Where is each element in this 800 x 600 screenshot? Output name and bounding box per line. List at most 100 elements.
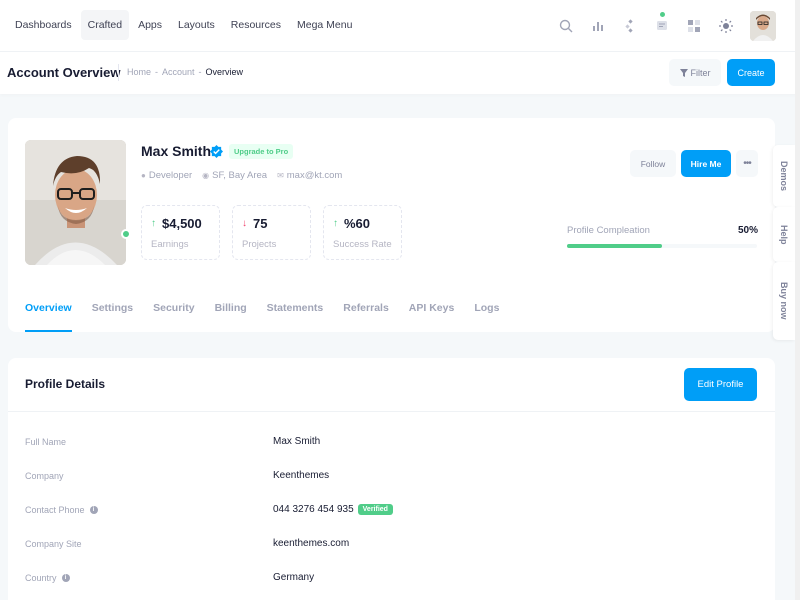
upgrade-badge[interactable]: Upgrade to Pro	[229, 144, 294, 159]
tab-referrals[interactable]: Referrals	[343, 302, 389, 332]
user-avatar[interactable]	[750, 11, 776, 41]
page-scrollbar[interactable]	[795, 0, 800, 600]
nav-item-crafted[interactable]: Crafted	[80, 10, 130, 40]
stat-label: Earnings	[151, 239, 189, 250]
role-label: Developer	[148, 170, 193, 181]
detail-value: 044 3276 454 935	[273, 504, 354, 515]
online-status-dot	[121, 229, 131, 239]
section-title: Profile Details	[25, 377, 106, 391]
detail-value: Germany	[273, 572, 315, 583]
profile-details-card: Profile Details Edit Profile Full Name M…	[8, 358, 775, 600]
edit-profile-button[interactable]: Edit Profile	[684, 368, 757, 401]
breadcrumb-home[interactable]: Home	[127, 67, 151, 77]
stat-label: Projects	[242, 239, 277, 250]
breadcrumb-separator: -	[198, 67, 202, 77]
detail-row-full-name: Full Name Max Smith	[25, 435, 765, 453]
sun-icon[interactable]	[710, 10, 742, 42]
detail-row-country: Country i Germany	[25, 571, 765, 589]
profile-meta: ● Developer ◉ SF, Bay Area ✉ max@kt.com	[141, 170, 352, 181]
filter-button[interactable]: Filter	[669, 59, 721, 86]
follow-button[interactable]: Follow	[630, 150, 676, 177]
tab-overview[interactable]: Overview	[25, 302, 72, 332]
side-tab-label: Help	[779, 224, 789, 245]
side-tab-demos[interactable]: Demos	[773, 145, 795, 207]
side-tab-help[interactable]: Help	[773, 207, 795, 262]
filter-label: Filter	[690, 67, 711, 78]
detail-key: Company	[25, 471, 64, 481]
nav-item-resources[interactable]: Resources	[224, 10, 288, 40]
tab-api-keys[interactable]: API Keys	[409, 302, 455, 332]
arrow-down-icon: ↓	[242, 218, 247, 229]
stat-value: 75	[253, 216, 268, 231]
page-title: Account Overview	[7, 65, 121, 80]
tab-security[interactable]: Security	[153, 302, 194, 332]
detail-key: Contact Phone	[25, 505, 85, 515]
divider	[8, 411, 775, 412]
top-navbar: Dashboards Crafted Apps Layouts Resource…	[0, 0, 800, 52]
tab-settings[interactable]: Settings	[92, 302, 133, 332]
profile-tabs: Overview Settings Security Billing State…	[25, 302, 519, 332]
detail-value: Keenthemes	[273, 470, 330, 481]
topbar-icons	[550, 10, 776, 42]
meta-role[interactable]: ● Developer	[141, 170, 192, 181]
side-tab-label: Demos	[779, 160, 789, 191]
hire-me-button[interactable]: Hire Me	[681, 150, 731, 177]
nav-item-dashboards[interactable]: Dashboards	[8, 10, 79, 40]
envelope-icon: ✉	[277, 171, 284, 180]
nav-item-apps[interactable]: Apps	[131, 10, 169, 40]
tab-logs[interactable]: Logs	[474, 302, 499, 332]
page-toolbar: Account Overview Home - Account - Overvi…	[0, 52, 800, 94]
arrow-up-icon: ↑	[151, 218, 156, 229]
nav-item-layouts[interactable]: Layouts	[171, 10, 222, 40]
create-button[interactable]: Create	[727, 59, 775, 86]
stat-projects: ↓ 75 Projects	[232, 205, 311, 260]
arrow-up-icon: ↑	[333, 218, 338, 229]
detail-row-company-site: Company Site keenthemes.com	[25, 537, 765, 555]
side-tab-buy-now[interactable]: Buy now	[773, 262, 795, 340]
location-label: SF, Bay Area	[212, 170, 268, 181]
main-nav: Dashboards Crafted Apps Layouts Resource…	[8, 10, 361, 40]
breadcrumb-account[interactable]: Account	[162, 67, 195, 77]
detail-key: Company Site	[25, 539, 82, 549]
detail-value-link[interactable]: keenthemes.com	[273, 538, 349, 549]
stat-success-rate: ↑ %60 Success Rate	[323, 205, 402, 260]
filter-icon	[679, 68, 688, 77]
stat-value: $4,500	[162, 216, 202, 231]
chat-icon[interactable]	[646, 10, 678, 42]
detail-row-company: Company Keenthemes	[25, 469, 765, 487]
email-label: max@kt.com	[286, 170, 343, 181]
verified-badge: Verified	[357, 504, 393, 515]
detail-value: Max Smith	[273, 436, 321, 447]
meta-email[interactable]: ✉ max@kt.com	[277, 170, 342, 181]
search-icon[interactable]	[550, 10, 582, 42]
completion-progress-bar	[567, 244, 757, 248]
breadcrumb-separator: -	[155, 67, 159, 77]
profile-card: Max Smith Upgrade to Pro ● Developer ◉ SF,…	[8, 118, 775, 332]
tab-statements[interactable]: Statements	[267, 302, 324, 332]
user-icon: ●	[141, 171, 146, 180]
more-options-button[interactable]: •••	[736, 150, 758, 177]
notification-dot	[660, 12, 665, 17]
meta-location[interactable]: ◉ SF, Bay Area	[202, 170, 267, 181]
info-icon[interactable]: i	[89, 506, 98, 514]
completion-percent: 50%	[737, 225, 758, 236]
location-pin-icon: ◉	[202, 171, 210, 180]
progress-fill	[567, 244, 662, 248]
side-tab-label: Buy now	[779, 282, 789, 320]
profile-photo	[25, 140, 126, 265]
breadcrumb: Home - Account - Overview	[127, 67, 247, 77]
completion-label: Profile Compleation	[567, 225, 650, 236]
grid-icon[interactable]	[678, 10, 710, 42]
tab-billing[interactable]: Billing	[215, 302, 247, 332]
chart-icon[interactable]	[582, 10, 614, 42]
detail-row-contact-phone: Contact Phone i 044 3276 454 935 Verified	[25, 503, 765, 521]
info-icon[interactable]: i	[61, 574, 70, 582]
nodes-icon[interactable]	[614, 10, 646, 42]
stat-earnings: ↑ $4,500 Earnings	[141, 205, 220, 260]
detail-key: Country	[25, 573, 57, 583]
verified-icon	[210, 145, 223, 158]
nav-item-mega-menu[interactable]: Mega Menu	[290, 10, 359, 40]
stat-label: Success Rate	[333, 239, 392, 250]
profile-name[interactable]: Max Smith	[141, 143, 211, 159]
stat-value: %60	[344, 216, 371, 231]
